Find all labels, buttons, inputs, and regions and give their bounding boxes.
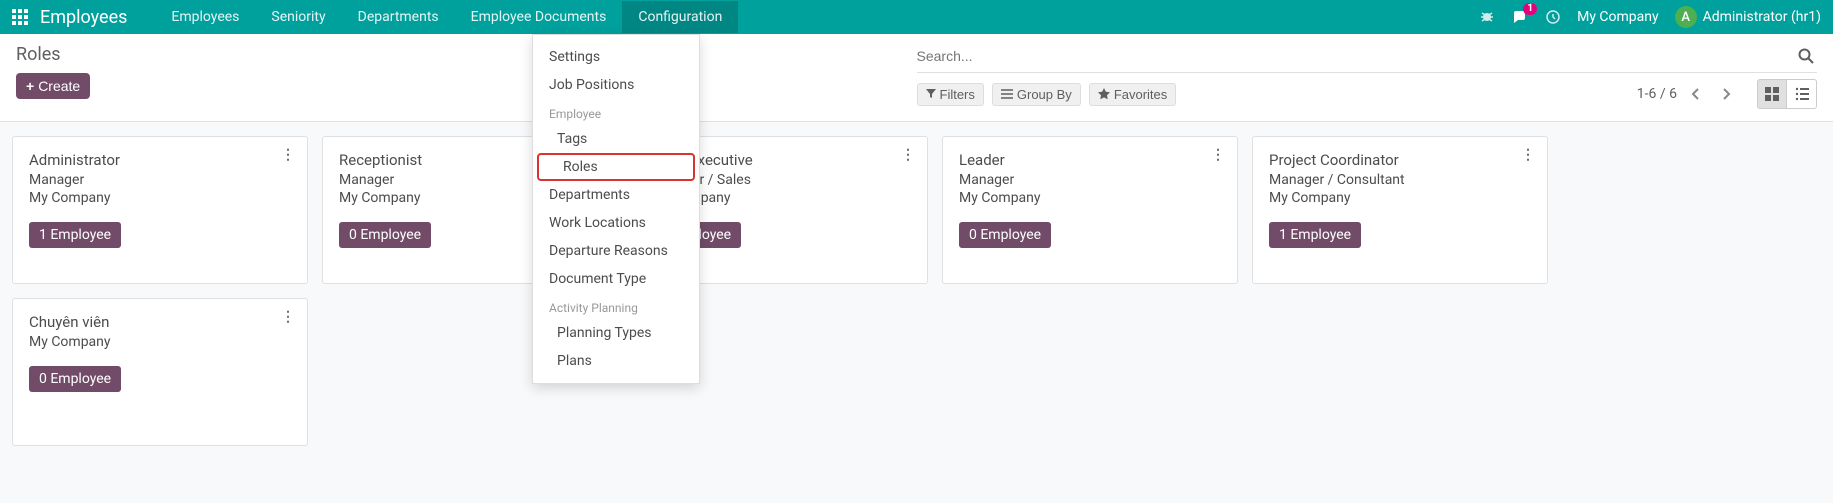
user-name: Administrator (hr1)	[1703, 9, 1821, 25]
card-title: Chuyên viên	[29, 313, 291, 331]
page-title: Roles	[16, 44, 917, 65]
card-menu-icon[interactable]: ⋮	[901, 147, 915, 163]
company-selector[interactable]: My Company	[1577, 9, 1659, 25]
activity-icon[interactable]	[1545, 9, 1561, 25]
groupby-label: Group By	[1017, 87, 1072, 102]
card-line3: My Company	[959, 190, 1221, 206]
notif-badge: 1	[1523, 3, 1537, 15]
dd-departments[interactable]: Departments	[533, 181, 699, 209]
user-menu[interactable]: A Administrator (hr1)	[1675, 6, 1821, 28]
avatar: A	[1675, 6, 1697, 28]
card-line3: My Company	[29, 334, 291, 350]
dd-plans[interactable]: Plans	[533, 347, 699, 375]
navbar: Employees Employees Seniority Department…	[0, 0, 1833, 34]
chevron-right-icon	[1721, 87, 1731, 101]
dd-header-activity: Activity Planning	[533, 293, 699, 319]
dd-document-type[interactable]: Document Type	[533, 265, 699, 293]
card-menu-icon[interactable]: ⋮	[1521, 147, 1535, 163]
card-title: Administrator	[29, 151, 291, 169]
employee-count-badge[interactable]: 0 Employee	[29, 366, 121, 392]
pager-text[interactable]: 1-6 / 6	[1637, 86, 1677, 102]
groupby-button[interactable]: Group By	[992, 83, 1081, 106]
nav-employee-documents[interactable]: Employee Documents	[455, 1, 623, 33]
debug-icon[interactable]	[1479, 9, 1495, 25]
kanban-area: ⋮ Administrator Manager My Company 1 Emp…	[0, 122, 1833, 460]
card-title: Project Coordinator	[1269, 151, 1531, 169]
control-panel: Roles Create Filters Group By	[0, 34, 1833, 122]
search-icon[interactable]	[1795, 45, 1817, 67]
card-line3: My Company	[29, 190, 291, 206]
role-card[interactable]: ⋮ Chuyên viên My Company 0 Employee	[12, 298, 308, 446]
filters-label: Filters	[940, 87, 975, 102]
employee-count-badge[interactable]: 0 Employee	[339, 222, 431, 248]
apps-icon[interactable]	[12, 9, 28, 25]
list-view-button[interactable]	[1787, 79, 1817, 109]
dd-settings[interactable]: Settings	[533, 43, 699, 71]
card-menu-icon[interactable]: ⋮	[281, 147, 295, 163]
app-brand[interactable]: Employees	[40, 7, 127, 28]
role-card[interactable]: ⋮ Leader Manager My Company 0 Employee	[942, 136, 1238, 284]
card-menu-icon[interactable]: ⋮	[1211, 147, 1225, 163]
messages-icon[interactable]: 1	[1511, 9, 1529, 25]
pager-next[interactable]	[1715, 83, 1737, 105]
nav-menu: Employees Seniority Departments Employee…	[155, 1, 738, 33]
card-line2: Manager	[29, 172, 291, 188]
configuration-dropdown: Settings Job Positions Employee Tags Rol…	[532, 34, 700, 384]
navbar-right: 1 My Company A Administrator (hr1)	[1479, 6, 1821, 28]
dd-header-employee: Employee	[533, 99, 699, 125]
search-input[interactable]	[917, 44, 1796, 68]
dd-departure-reasons[interactable]: Departure Reasons	[533, 237, 699, 265]
nav-configuration[interactable]: Configuration	[622, 1, 738, 33]
kanban-icon	[1765, 87, 1779, 101]
dd-planning-types[interactable]: Planning Types	[533, 319, 699, 347]
favorites-label: Favorites	[1114, 87, 1167, 102]
create-button[interactable]: Create	[16, 73, 90, 99]
funnel-icon	[926, 89, 936, 99]
star-icon	[1098, 88, 1110, 100]
dd-roles[interactable]: Roles	[537, 153, 695, 181]
employee-count-badge[interactable]: 1 Employee	[29, 222, 121, 248]
chevron-left-icon	[1691, 87, 1701, 101]
list-view-icon	[1795, 87, 1809, 101]
favorites-button[interactable]: Favorites	[1089, 83, 1176, 106]
dd-tags[interactable]: Tags	[533, 125, 699, 153]
nav-departments[interactable]: Departments	[342, 1, 455, 33]
card-title: Leader	[959, 151, 1221, 169]
filters-button[interactable]: Filters	[917, 83, 984, 106]
role-card[interactable]: ⋮ Administrator Manager My Company 1 Emp…	[12, 136, 308, 284]
card-menu-icon[interactable]: ⋮	[281, 309, 295, 325]
kanban-view-button[interactable]	[1757, 79, 1787, 109]
nav-employees[interactable]: Employees	[155, 1, 255, 33]
card-line2: Manager / Consultant	[1269, 172, 1531, 188]
role-card[interactable]: ⋮ Project Coordinator Manager / Consulta…	[1252, 136, 1548, 284]
nav-seniority[interactable]: Seniority	[255, 1, 341, 33]
dd-work-locations[interactable]: Work Locations	[533, 209, 699, 237]
employee-count-badge[interactable]: 0 Employee	[959, 222, 1051, 248]
card-line3: My Company	[1269, 190, 1531, 206]
employee-count-badge[interactable]: 1 Employee	[1269, 222, 1361, 248]
dd-job-positions[interactable]: Job Positions	[533, 71, 699, 99]
list-icon	[1001, 89, 1013, 99]
pager-prev[interactable]	[1685, 83, 1707, 105]
card-line2: Manager	[959, 172, 1221, 188]
